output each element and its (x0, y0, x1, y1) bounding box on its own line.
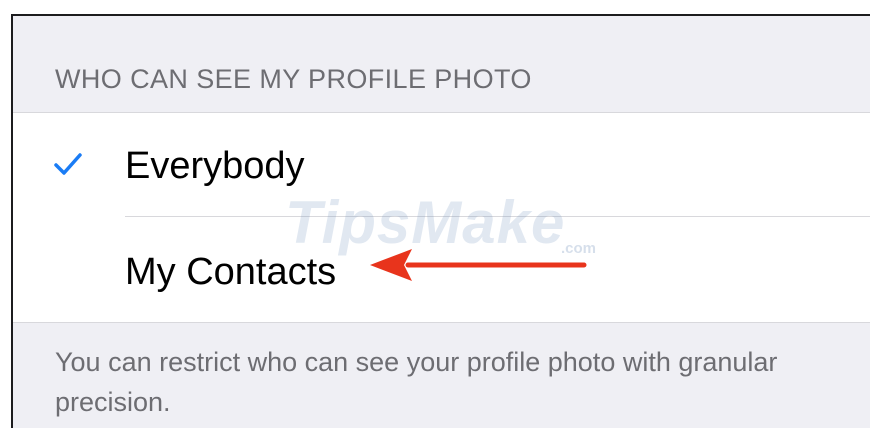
screenshot-margin (0, 0, 11, 428)
arrow-left-icon (370, 249, 587, 281)
section-header: WHO CAN SEE MY PROFILE PHOTO (55, 64, 532, 94)
option-label: My Contacts (125, 251, 337, 293)
checkmark-icon (54, 153, 82, 175)
section-footer: You can restrict who can see your profil… (55, 347, 778, 417)
option-label: Everybody (125, 145, 305, 187)
